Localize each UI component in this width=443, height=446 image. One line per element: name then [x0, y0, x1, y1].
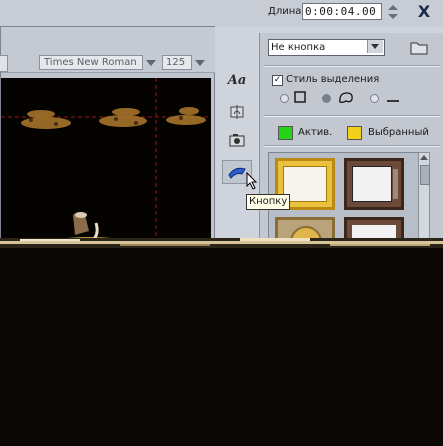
chevron-down-icon[interactable] [195, 60, 205, 66]
editor-panel: Times New Roman 125 [0, 26, 215, 244]
font-family-select[interactable]: Times New Roman [39, 55, 143, 70]
length-label: Длина: [268, 6, 305, 17]
text-aa-icon: Aa [227, 72, 247, 88]
divider [264, 145, 440, 147]
square-shape-option[interactable] [294, 91, 306, 106]
spin-down-icon[interactable] [388, 14, 398, 19]
gallery-scrollbar[interactable] [418, 152, 430, 244]
top-bar: Длина: 0:00:04.00 X [0, 0, 443, 26]
underline-shape-option[interactable] [386, 91, 400, 106]
scroll-thumb[interactable] [420, 165, 430, 185]
tool-palette: Aa [218, 26, 258, 244]
app-window: Длина: 0:00:04.00 X Times New Roman 125 [0, 0, 443, 244]
toolbar-button[interactable] [0, 55, 8, 72]
mouse-cursor-icon [246, 172, 258, 190]
tv-dial [393, 169, 398, 199]
active-color-swatch[interactable] [278, 126, 293, 140]
text-toolbar: Times New Roman 125 [0, 27, 215, 73]
divider [264, 65, 440, 67]
scroll-up-icon[interactable] [420, 155, 428, 160]
camera-icon [229, 134, 245, 147]
freeform-shape-option[interactable] [338, 91, 354, 107]
selected-color-swatch[interactable] [347, 126, 362, 140]
selected-color-label: Выбранный [368, 127, 429, 138]
video-preview[interactable] [1, 78, 211, 244]
menu-type-dropdown-button[interactable] [367, 40, 383, 53]
text-tool-button[interactable]: Aa [222, 68, 252, 92]
chevron-down-icon [371, 44, 379, 49]
highlight-style-label: Стиль выделения [286, 74, 380, 85]
underline-icon [387, 100, 399, 102]
tv-frame-tile[interactable] [344, 158, 404, 210]
highlight-style-radio[interactable] [370, 94, 379, 103]
button-style-gallery [268, 152, 420, 244]
divider [264, 115, 440, 117]
graphics-icon [230, 105, 244, 119]
render-glitch-strip [0, 238, 443, 248]
highlight-style-checkbox[interactable]: ✓ [272, 75, 283, 86]
duration-timecode-field[interactable]: 0:00:04.00 [302, 3, 382, 20]
menu-settings-panel: Не кнопка ✓ Стиль выделения Актив. Выбра… [259, 33, 443, 244]
media-tool-button[interactable] [222, 128, 252, 152]
active-color-label: Актив. [298, 127, 333, 138]
font-size-select[interactable]: 125 [162, 55, 192, 70]
frame-inner [352, 166, 392, 202]
chevron-down-icon[interactable] [146, 60, 156, 66]
graphics-tool-button[interactable] [222, 100, 252, 124]
folder-icon [410, 42, 428, 55]
open-folder-button[interactable] [410, 39, 428, 55]
highlight-style-radio[interactable] [322, 94, 331, 103]
close-button[interactable]: X [410, 1, 438, 23]
highlight-style-radio[interactable] [280, 94, 289, 103]
tooltip: Кнопку [246, 194, 291, 210]
duration-spinner[interactable] [386, 2, 400, 22]
button-shape-icon [228, 167, 246, 179]
freeform-shape-icon [339, 92, 353, 103]
preview-image [1, 78, 211, 244]
square-icon [294, 91, 306, 103]
spin-up-icon[interactable] [388, 5, 398, 10]
